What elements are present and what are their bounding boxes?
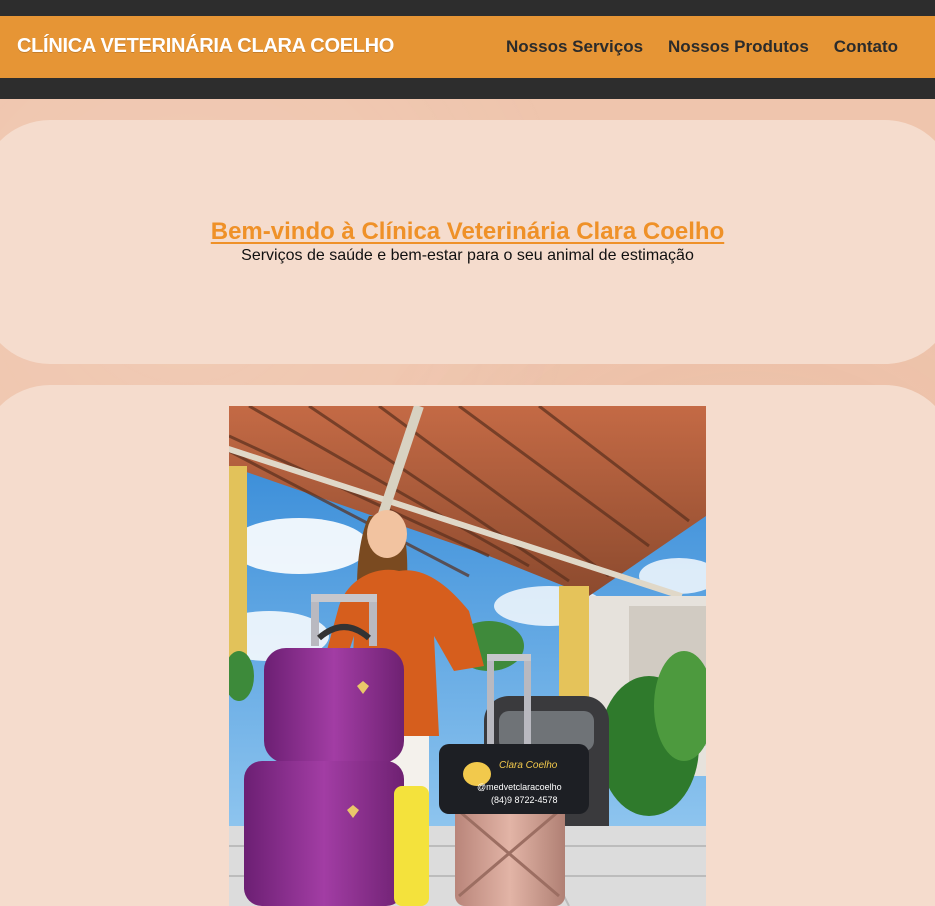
bag-name-text: Clara Coelho xyxy=(499,760,558,771)
nav-links: Nossos Serviços Nossos Produtos Contato xyxy=(506,37,898,57)
nav-link-contact[interactable]: Contato xyxy=(834,37,898,57)
brand-title[interactable]: CLÍNICA VETERINÁRIA CLARA COELHO xyxy=(17,35,394,58)
nav-link-services[interactable]: Nossos Serviços xyxy=(506,37,643,57)
hero-section: Bem-vindo à Clínica Veterinária Clara Co… xyxy=(0,120,935,364)
clinic-photo-illustration: Clara Coelho @medvetclaracoelho (84)9 87… xyxy=(229,406,706,906)
navigation-bar: CLÍNICA VETERINÁRIA CLARA COELHO Nossos … xyxy=(0,16,935,78)
hero-subtitle: Serviços de saúde e bem-estar para o seu… xyxy=(241,247,694,264)
bag-handle-text: @medvetclaracoelho xyxy=(477,782,562,792)
nav-link-products[interactable]: Nossos Produtos xyxy=(668,37,809,57)
hero-title: Bem-vindo à Clínica Veterinária Clara Co… xyxy=(210,218,725,245)
bag-phone-text: (84)9 8722-4578 xyxy=(491,795,558,805)
clinic-photo: Clara Coelho @medvetclaracoelho (84)9 87… xyxy=(229,406,706,906)
